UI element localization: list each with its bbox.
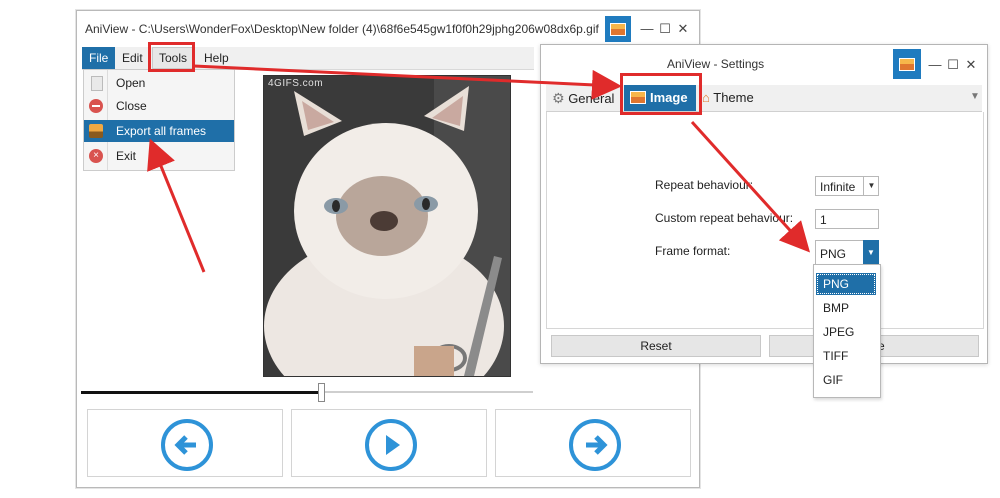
- arrow-to-frame-format: [690, 120, 811, 253]
- annotation-arrows: [147, 64, 811, 273]
- arrow-to-export-all-frames: [147, 138, 206, 273]
- arrow-tools-to-image-tab: [193, 64, 622, 100]
